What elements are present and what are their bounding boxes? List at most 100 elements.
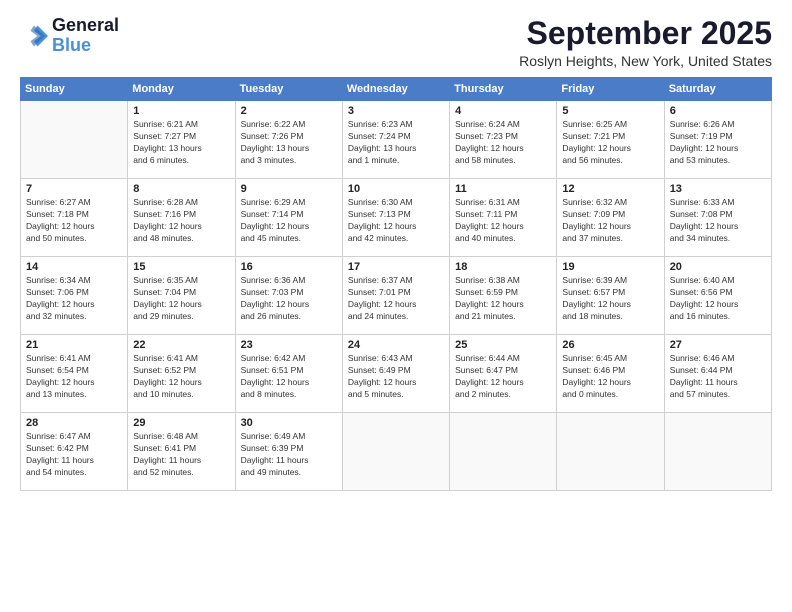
table-row: 18Sunrise: 6:38 AM Sunset: 6:59 PM Dayli… (450, 257, 557, 335)
table-row: 15 Sunrise: 6:35 AM Sunset: 7:04 PM Dayli… (128, 257, 235, 335)
day-info: Sunrise: 6:41 AM Sunset: 6:52 PM Dayligh… (133, 353, 229, 401)
day-info: Sunrise: 6:22 AM Sunset: 7:26 PM Dayligh… (241, 119, 337, 167)
table-row: 6Sunrise: 6:26 AM Sunset: 7:19 PM Daylig… (664, 101, 771, 179)
day-number: 13 (670, 183, 766, 195)
table-row: 23Sunrise: 6:42 AM Sunset: 6:51 PM Dayli… (235, 335, 342, 413)
location: Roslyn Heights, New York, United States (519, 53, 772, 69)
table-row: 24 Sunrise: 6:43 AM Sunset: 6:49 PM Dayli… (342, 335, 449, 413)
calendar-week-4: 21 Sunrise: 6:41 AM Sunset: 6:54 PM Dayli… (21, 335, 772, 413)
day-info: Sunrise: 6:36 AM Sunset: 7:03 PM Dayligh… (241, 275, 337, 323)
day-number: 9 (241, 183, 337, 195)
day-info: Sunrise: 6:45 AM Sunset: 6:46 PM Dayligh… (562, 353, 658, 401)
day-info: Sunrise: 6:35 AM Sunset: 7:04 PM Dayligh… (133, 275, 229, 323)
day-number: 17 (348, 261, 444, 273)
day-info: Sunrise: 6:41 AM Sunset: 6:54 PM Dayligh… (26, 353, 122, 401)
day-info: Sunrise: 6:48 AM Sunset: 6:41 PM Dayligh… (133, 431, 229, 479)
table-row (342, 413, 449, 491)
col-tuesday: Tuesday (235, 78, 342, 101)
logo-icon (20, 22, 48, 50)
table-row: 11Sunrise: 6:31 AM Sunset: 7:11 PM Dayli… (450, 179, 557, 257)
table-row: 26 Sunrise: 6:45 AM Sunset: 6:46 PM Dayli… (557, 335, 664, 413)
table-row: 20 Sunrise: 6:40 AM Sunset: 6:56 PM Dayli… (664, 257, 771, 335)
table-row: 17 Sunrise: 6:37 AM Sunset: 7:01 PM Dayli… (342, 257, 449, 335)
day-number: 2 (241, 105, 337, 117)
table-row: 9 Sunrise: 6:29 AM Sunset: 7:14 PM Daylig… (235, 179, 342, 257)
header: General Blue September 2025 Roslyn Heigh… (20, 16, 772, 69)
calendar-week-5: 28 Sunrise: 6:47 AM Sunset: 6:42 PM Dayli… (21, 413, 772, 491)
day-number: 3 (348, 105, 444, 117)
day-number: 10 (348, 183, 444, 195)
col-thursday: Thursday (450, 78, 557, 101)
day-number: 28 (26, 417, 122, 429)
day-info: Sunrise: 6:37 AM Sunset: 7:01 PM Dayligh… (348, 275, 444, 323)
day-number: 21 (26, 339, 122, 351)
day-number: 22 (133, 339, 229, 351)
day-info: Sunrise: 6:46 AM Sunset: 6:44 PM Dayligh… (670, 353, 766, 401)
day-info: Sunrise: 6:29 AM Sunset: 7:14 PM Dayligh… (241, 197, 337, 245)
weekday-header-row: Sunday Monday Tuesday Wednesday Thursday… (21, 78, 772, 101)
day-number: 19 (562, 261, 658, 273)
day-info: Sunrise: 6:21 AM Sunset: 7:27 PM Dayligh… (133, 119, 229, 167)
day-number: 20 (670, 261, 766, 273)
col-wednesday: Wednesday (342, 78, 449, 101)
day-info: Sunrise: 6:34 AM Sunset: 7:06 PM Dayligh… (26, 275, 122, 323)
day-info: Sunrise: 6:23 AM Sunset: 7:24 PM Dayligh… (348, 119, 444, 167)
day-number: 7 (26, 183, 122, 195)
calendar-week-3: 14 Sunrise: 6:34 AM Sunset: 7:06 PM Dayli… (21, 257, 772, 335)
day-number: 24 (348, 339, 444, 351)
table-row: 5 Sunrise: 6:25 AM Sunset: 7:21 PM Daylig… (557, 101, 664, 179)
day-info: Sunrise: 6:30 AM Sunset: 7:13 PM Dayligh… (348, 197, 444, 245)
day-number: 26 (562, 339, 658, 351)
day-number: 16 (241, 261, 337, 273)
table-row (557, 413, 664, 491)
table-row: 25 Sunrise: 6:44 AM Sunset: 6:47 PM Dayli… (450, 335, 557, 413)
table-row: 22 Sunrise: 6:41 AM Sunset: 6:52 PM Dayli… (128, 335, 235, 413)
day-info: Sunrise: 6:38 AM Sunset: 6:59 PM Dayligh… (455, 275, 551, 323)
table-row: 13 Sunrise: 6:33 AM Sunset: 7:08 PM Dayli… (664, 179, 771, 257)
table-row: 19Sunrise: 6:39 AM Sunset: 6:57 PM Dayli… (557, 257, 664, 335)
table-row: 4Sunrise: 6:24 AM Sunset: 7:23 PM Daylig… (450, 101, 557, 179)
logo-line1: General (52, 16, 119, 36)
table-row: 28 Sunrise: 6:47 AM Sunset: 6:42 PM Dayli… (21, 413, 128, 491)
calendar: Sunday Monday Tuesday Wednesday Thursday… (20, 77, 772, 491)
day-info: Sunrise: 6:25 AM Sunset: 7:21 PM Dayligh… (562, 119, 658, 167)
day-number: 14 (26, 261, 122, 273)
day-info: Sunrise: 6:27 AM Sunset: 7:18 PM Dayligh… (26, 197, 122, 245)
day-info: Sunrise: 6:43 AM Sunset: 6:49 PM Dayligh… (348, 353, 444, 401)
table-row: 29Sunrise: 6:48 AM Sunset: 6:41 PM Dayli… (128, 413, 235, 491)
day-number: 30 (241, 417, 337, 429)
day-number: 25 (455, 339, 551, 351)
logo-text: General Blue (52, 16, 119, 56)
day-info: Sunrise: 6:28 AM Sunset: 7:16 PM Dayligh… (133, 197, 229, 245)
day-number: 4 (455, 105, 551, 117)
table-row: 12Sunrise: 6:32 AM Sunset: 7:09 PM Dayli… (557, 179, 664, 257)
day-info: Sunrise: 6:49 AM Sunset: 6:39 PM Dayligh… (241, 431, 337, 479)
col-friday: Friday (557, 78, 664, 101)
table-row: 8Sunrise: 6:28 AM Sunset: 7:16 PM Daylig… (128, 179, 235, 257)
calendar-week-2: 7 Sunrise: 6:27 AM Sunset: 7:18 PM Daylig… (21, 179, 772, 257)
day-info: Sunrise: 6:33 AM Sunset: 7:08 PM Dayligh… (670, 197, 766, 245)
table-row: 30 Sunrise: 6:49 AM Sunset: 6:39 PM Dayli… (235, 413, 342, 491)
day-info: Sunrise: 6:44 AM Sunset: 6:47 PM Dayligh… (455, 353, 551, 401)
table-row (450, 413, 557, 491)
logo-line2: Blue (52, 35, 91, 55)
logo: General Blue (20, 16, 119, 56)
table-row (664, 413, 771, 491)
day-number: 15 (133, 261, 229, 273)
table-row: 1 Sunrise: 6:21 AM Sunset: 7:27 PM Daylig… (128, 101, 235, 179)
col-monday: Monday (128, 78, 235, 101)
col-sunday: Sunday (21, 78, 128, 101)
table-row: 10 Sunrise: 6:30 AM Sunset: 7:13 PM Dayli… (342, 179, 449, 257)
day-number: 5 (562, 105, 658, 117)
table-row: 16 Sunrise: 6:36 AM Sunset: 7:03 PM Dayli… (235, 257, 342, 335)
day-number: 1 (133, 105, 229, 117)
page: General Blue September 2025 Roslyn Heigh… (0, 0, 792, 612)
table-row: 21 Sunrise: 6:41 AM Sunset: 6:54 PM Dayli… (21, 335, 128, 413)
table-row: 2 Sunrise: 6:22 AM Sunset: 7:26 PM Daylig… (235, 101, 342, 179)
table-row: 7 Sunrise: 6:27 AM Sunset: 7:18 PM Daylig… (21, 179, 128, 257)
day-info: Sunrise: 6:47 AM Sunset: 6:42 PM Dayligh… (26, 431, 122, 479)
table-row (21, 101, 128, 179)
day-info: Sunrise: 6:40 AM Sunset: 6:56 PM Dayligh… (670, 275, 766, 323)
col-saturday: Saturday (664, 78, 771, 101)
day-info: Sunrise: 6:32 AM Sunset: 7:09 PM Dayligh… (562, 197, 658, 245)
